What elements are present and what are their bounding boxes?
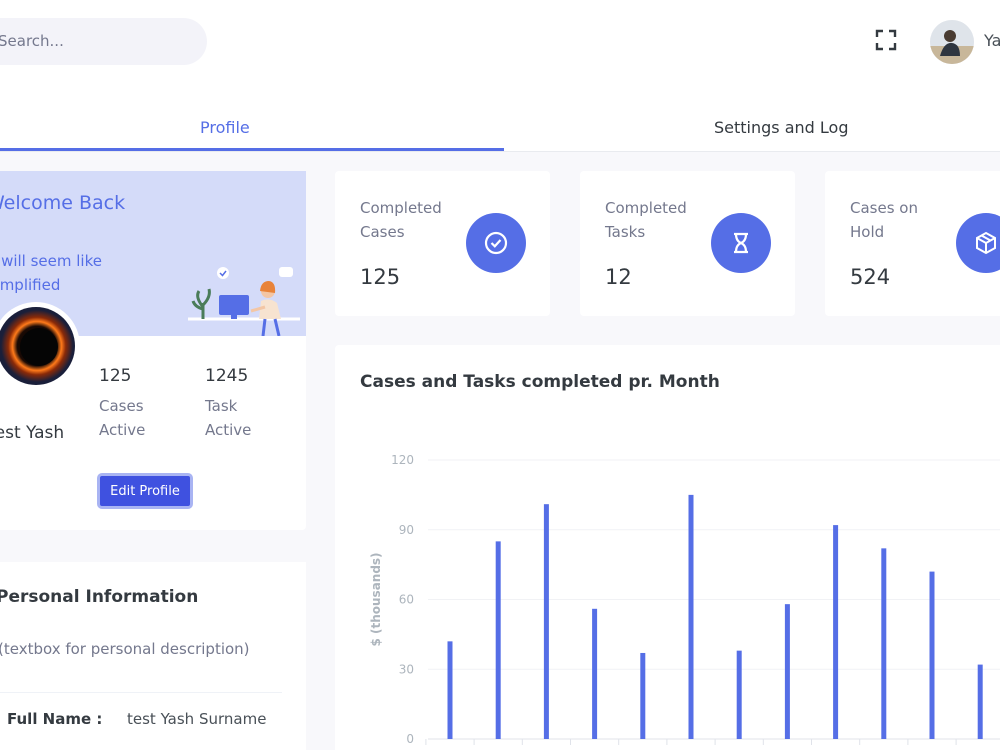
y-axis-label: $ (thousands) [369,552,383,646]
profile-avatar[interactable] [0,302,80,390]
chart-bar[interactable] [688,494,694,739]
personal-description: (textbox for personal description) [0,640,250,658]
chart-bar[interactable] [784,604,790,739]
y-tick-label: 60 [399,593,414,607]
chart-bar[interactable] [833,525,839,739]
y-tick-label: 30 [399,662,414,676]
completed-tasks-card: Completed Tasks 12 [580,171,795,316]
y-tick-label: 90 [399,523,414,537]
personal-info-title: Personal Information [0,587,199,607]
bar-chart: 0 30 60 90 120 $ (thousands) [369,453,1000,746]
chart-bar[interactable] [495,541,501,739]
task-active-stat: 1245 Task Active [205,366,265,442]
topbar: Search... Yash [0,0,1000,84]
cases-active-value: 125 [99,366,132,386]
tab-profile[interactable]: Profile [200,118,250,137]
full-name-value: test Yash Surname [127,710,267,728]
fullscreen-icon[interactable] [872,26,900,54]
y-tick-label: 0 [406,732,414,746]
chart-bar[interactable] [592,608,598,739]
chart-bar[interactable] [736,650,742,739]
active-tab-indicator [0,148,504,151]
chart-bar[interactable] [929,571,935,739]
chart-bar[interactable] [447,641,453,739]
welcome-subtitle: It will seem like Simplified [0,252,102,294]
tab-settings-and-log[interactable]: Settings and Log [714,118,848,137]
search-input[interactable]: Search... [0,18,207,65]
completed-cases-card: Completed Cases 125 [335,171,550,316]
task-active-label: Task Active [205,397,252,439]
chart-bar[interactable] [543,504,549,739]
completed-cases-value: 125 [360,265,401,289]
chart-bar[interactable] [881,548,887,739]
search-placeholder: Search... [0,32,64,50]
cases-tasks-chart-card: Cases and Tasks completed pr. Month 0 30 6… [335,345,1000,750]
check-circle-icon [466,213,526,273]
username[interactable]: Yash [984,31,1000,50]
desk-illustration [185,261,303,337]
personal-info-card: Personal Information (textbox for person… [0,562,306,750]
completed-cases-label: Completed Cases [360,199,442,241]
cases-active-label: Cases Active [99,397,146,439]
full-name-label: Full Name : [7,710,103,728]
hourglass-icon [711,213,771,273]
completed-tasks-value: 12 [605,265,632,289]
package-icon [956,213,1000,273]
y-tick-label: 120 [391,453,414,467]
profile-name: test Yash [0,423,65,443]
cases-on-hold-card: Cases on Hold 524 [825,171,1000,316]
welcome-title: Welcome Back ! [0,192,126,214]
completed-tasks-label: Completed Tasks [605,199,687,241]
chart-bar[interactable] [640,652,646,739]
welcome-card: Welcome Back ! It will seem like Simplif… [0,171,306,530]
task-active-value: 1245 [205,366,249,386]
edit-profile-button[interactable]: Edit Profile [97,473,193,509]
divider [0,692,282,693]
chart-bar[interactable] [977,664,983,739]
cases-on-hold-value: 524 [850,265,891,289]
cases-active-stat: 125 Cases Active [99,366,169,442]
tab-bar: Profile Settings and Log [0,84,1000,152]
user-avatar[interactable] [930,20,974,64]
cases-on-hold-label: Cases on Hold [850,199,918,241]
